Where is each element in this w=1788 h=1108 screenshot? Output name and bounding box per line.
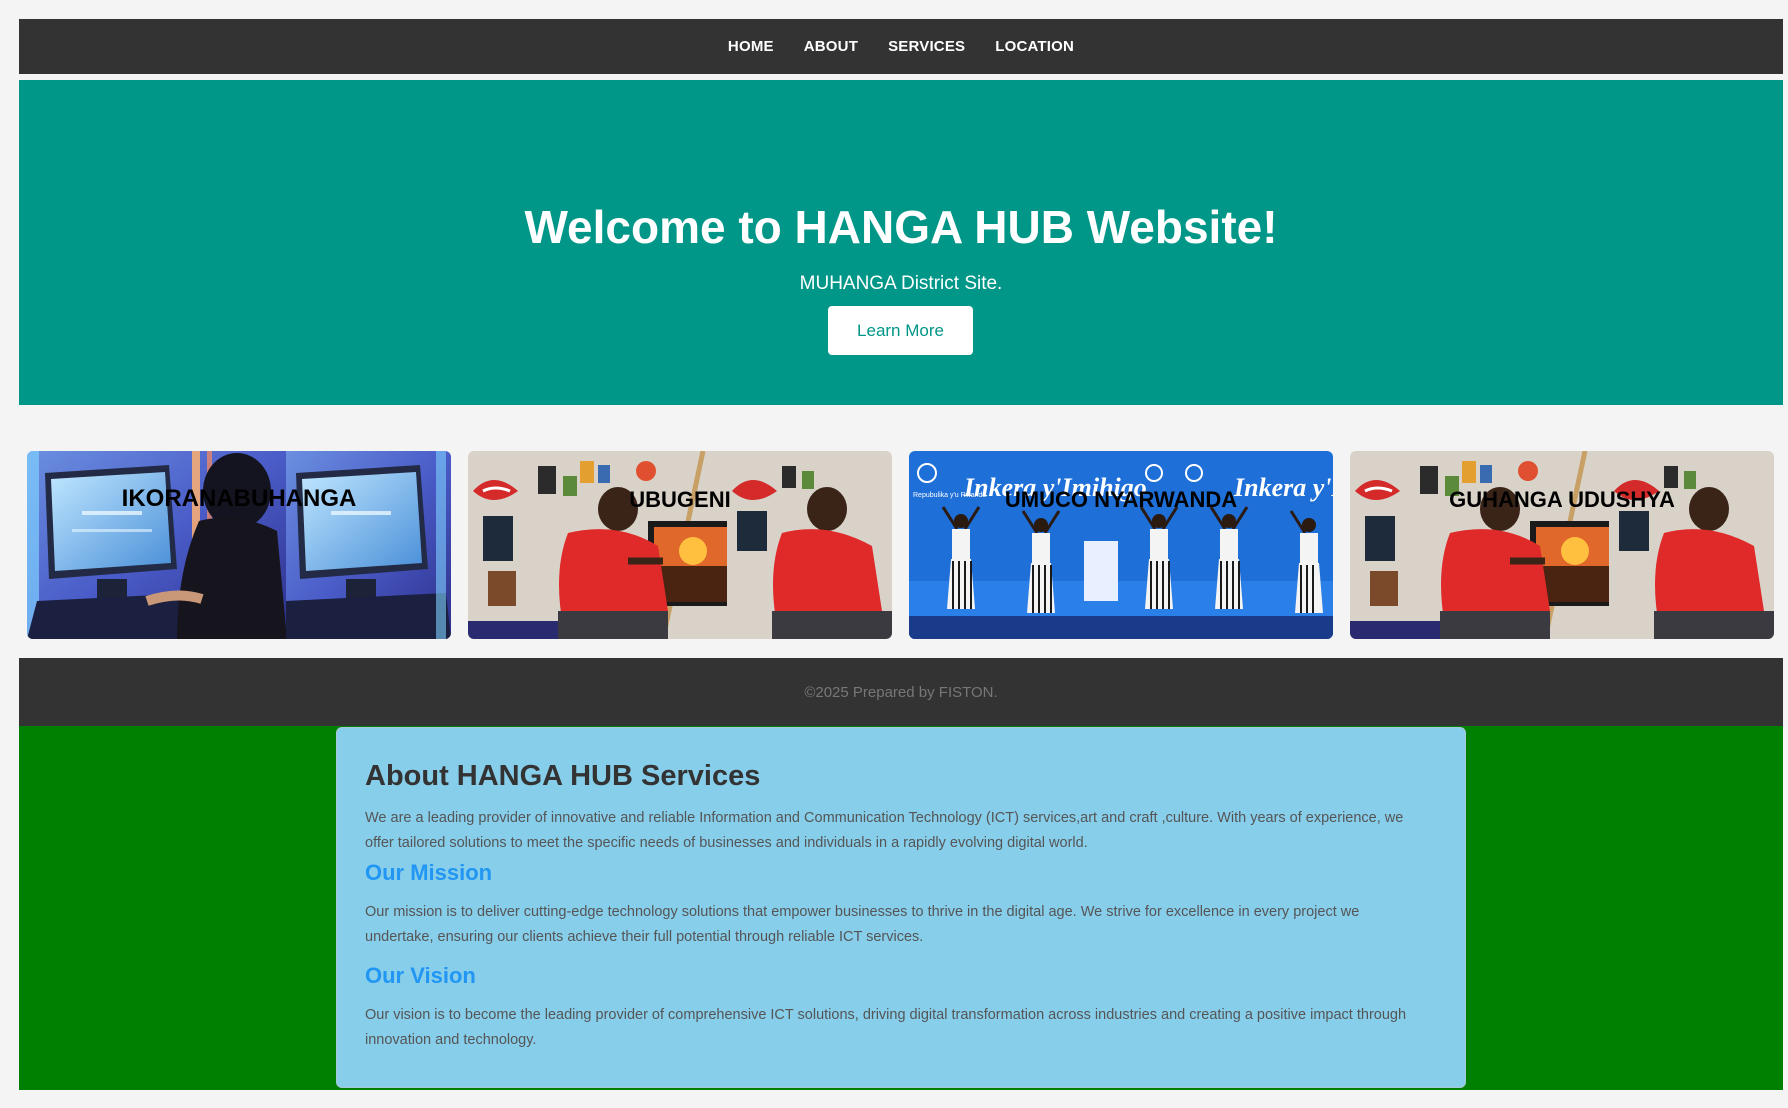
innovation-image: [1350, 451, 1774, 639]
card-title: GUHANGA UDUSHYA: [1449, 487, 1675, 512]
nav-services-link[interactable]: SERVICES: [888, 38, 965, 55]
page-footer: ©2025 Prepared by FISTON.: [19, 658, 1783, 726]
service-card-innovation[interactable]: GUHANGA UDUSHYA: [1350, 451, 1774, 639]
about-box: About HANGA HUB Services We are a leadin…: [336, 727, 1466, 1088]
service-card-ict[interactable]: IKORANABUHANGA: [27, 451, 451, 639]
service-cards: IKORANABUHANGA UBUGENI Repubulika y'u Rw…: [27, 451, 1775, 639]
footer-text: ©2025 Prepared by FISTON.: [804, 683, 998, 701]
about-heading: About HANGA HUB Services: [365, 760, 761, 792]
nav-about-link[interactable]: ABOUT: [804, 38, 858, 55]
top-navbar: HOME ABOUT SERVICES LOCATION: [19, 19, 1783, 74]
art-image: [468, 451, 892, 639]
vision-heading: Our Vision: [365, 963, 476, 988]
vision-text: Our vision is to become the leading prov…: [365, 1007, 1407, 1048]
card-title: UBUGENI: [629, 487, 731, 512]
card-title: IKORANABUHANGA: [121, 485, 357, 512]
learn-more-button[interactable]: Learn More: [828, 306, 973, 355]
hero-title: Welcome to HANGA HUB Website!: [524, 201, 1278, 253]
service-card-culture[interactable]: Repubulika y'u Rwanda Inkera y'Imihigo I…: [909, 451, 1333, 639]
nav-home-link[interactable]: HOME: [728, 38, 774, 55]
card-title: UMUCO NYARWANDA: [1004, 487, 1238, 512]
mission-heading: Our Mission: [365, 860, 493, 885]
nav-location-link[interactable]: LOCATION: [995, 38, 1074, 55]
about-section: About HANGA HUB Services We are a leadin…: [19, 726, 1783, 1090]
hero-section: Welcome to HANGA HUB Website! MUHANGA Di…: [19, 80, 1783, 405]
ict-image: [27, 451, 451, 639]
service-card-art[interactable]: UBUGENI: [468, 451, 892, 639]
culture-image: Repubulika y'u Rwanda Inkera y'Imihigo I…: [909, 451, 1333, 639]
hero-subtitle: MUHANGA District Site.: [799, 273, 1003, 294]
about-intro-text: We are a leading provider of innovative …: [365, 810, 1404, 851]
mission-text: Our mission is to deliver cutting-edge t…: [365, 904, 1360, 945]
